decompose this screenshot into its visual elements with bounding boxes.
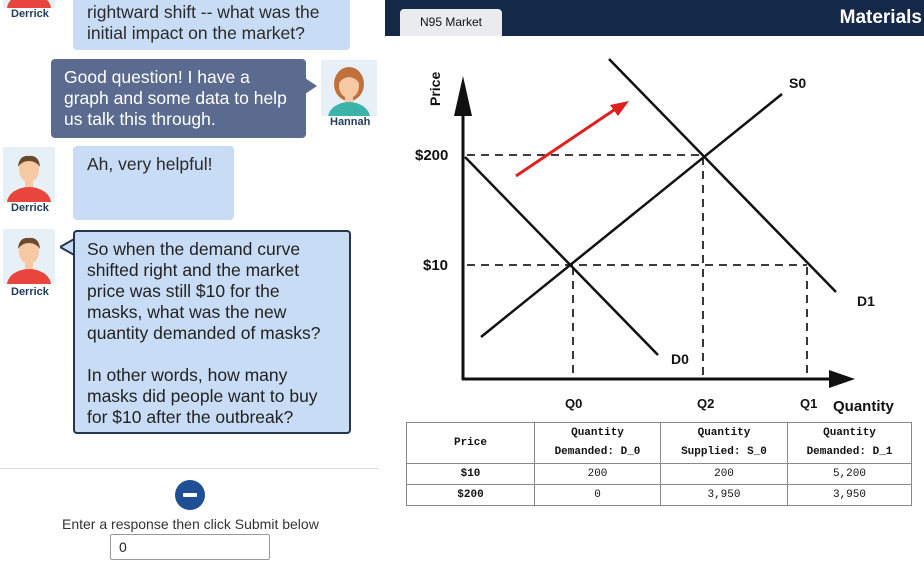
response-input[interactable] <box>110 534 270 560</box>
message-text: shifted right and the market <box>87 260 300 280</box>
table-cell: 200 <box>534 463 661 485</box>
tab-n95-market[interactable]: N95 Market <box>400 9 502 36</box>
derrick-avatar <box>3 0 55 8</box>
table-cell: $200 <box>406 484 535 506</box>
message-text: graph and some data to help <box>64 88 287 108</box>
series-label-d1: D1 <box>857 293 875 309</box>
table-cell: $10 <box>406 463 535 485</box>
table-cell: 3,950 <box>787 484 912 506</box>
table-header: Quantity Supplied: S_0 <box>660 422 788 464</box>
header-text: Demanded: D_1 <box>806 446 893 458</box>
header-text: Quantity <box>571 427 624 439</box>
x-tick-q1: Q1 <box>800 396 817 411</box>
x-tick-q2: Q2 <box>697 396 714 411</box>
message-text: In other words, how many <box>87 365 288 385</box>
supply-demand-chart: Price $200 $10 Quantity Q0 Q2 Q1 S0 D0 D… <box>415 58 894 415</box>
series-label-d0: D0 <box>671 351 689 367</box>
derrick-avatar <box>3 147 55 202</box>
collapse-icon[interactable] <box>175 480 205 510</box>
header-text: Price <box>453 436 487 449</box>
x-axis-arrow <box>829 370 855 388</box>
table-header: Quantity Demanded: D_1 <box>787 422 912 464</box>
derrick-avatar <box>3 229 55 284</box>
message-text: us talk this through. <box>64 109 216 129</box>
x-axis-label: Quantity <box>833 398 894 415</box>
table-row: $10 200 200 5,200 <box>406 463 912 485</box>
y-tick-200: $200 <box>415 147 448 164</box>
message-text: quantity demanded of masks? <box>87 323 321 343</box>
x-tick-q0: Q0 <box>565 396 582 411</box>
response-prompt: Enter a response then click Submit below <box>62 516 319 532</box>
header-text: Supplied: S_0 <box>681 446 767 458</box>
shift-arrow-head <box>610 101 629 116</box>
table-cell: 3,950 <box>660 484 788 506</box>
header-text: Quantity <box>697 427 751 439</box>
message-text: for $10 after the outbreak? <box>87 407 294 427</box>
divider <box>0 468 378 469</box>
table-header: Quantity Demanded: D_0 <box>534 422 661 464</box>
table-cell: 200 <box>660 463 788 485</box>
avatar-name: Derrick <box>11 202 49 214</box>
supply-line-s0 <box>480 93 783 338</box>
y-axis-arrow <box>454 76 472 116</box>
market-data-table: Price Quantity Demanded: D_0 Quantity Supp… <box>406 422 912 506</box>
message-text: Good question! I have a <box>64 67 250 87</box>
chat-message: Ah, very helpful! <box>73 146 234 220</box>
message-text: So when the demand curve <box>87 239 301 259</box>
chat-panel: Derrick rightward shift -- what was the … <box>0 0 385 561</box>
avatar-name: Hannah <box>330 116 371 128</box>
avatar-name: Derrick <box>11 286 49 298</box>
chat-message: So when the demand curve shifted right a… <box>73 230 351 434</box>
table-row: $200 0 3,950 3,950 <box>406 484 912 506</box>
chat-message: rightward shift -- what was the initial … <box>73 0 350 50</box>
table-header-row: Price Quantity Demanded: D_0 Quantity Supp… <box>406 422 912 464</box>
y-axis-label: Price <box>427 72 443 106</box>
header-text: Quantity <box>823 427 876 439</box>
hannah-avatar <box>321 60 377 116</box>
message-text: rightward shift -- what was the <box>87 2 320 22</box>
y-tick-10: $10 <box>423 257 448 274</box>
table-cell: 5,200 <box>787 463 912 485</box>
table-header: Price <box>406 422 535 464</box>
message-text: price was still $10 for the <box>87 281 280 301</box>
demand-line-d1 <box>608 58 837 293</box>
series-label-s0: S0 <box>789 75 806 91</box>
header-text: Demanded: D_0 <box>554 446 641 458</box>
bubble-pointer <box>305 78 317 94</box>
table-cell: 0 <box>534 484 661 506</box>
message-text: initial impact on the market? <box>87 23 305 43</box>
shift-arrow <box>515 106 618 178</box>
message-text: masks, what was the new <box>87 302 287 322</box>
message-text: masks did people want to buy <box>87 386 318 406</box>
avatar-name: Derrick <box>11 8 49 20</box>
chat-message: Good question! I have a graph and some d… <box>51 59 306 138</box>
materials-title: Materials <box>839 7 922 28</box>
message-text: Ah, very helpful! <box>87 154 213 174</box>
